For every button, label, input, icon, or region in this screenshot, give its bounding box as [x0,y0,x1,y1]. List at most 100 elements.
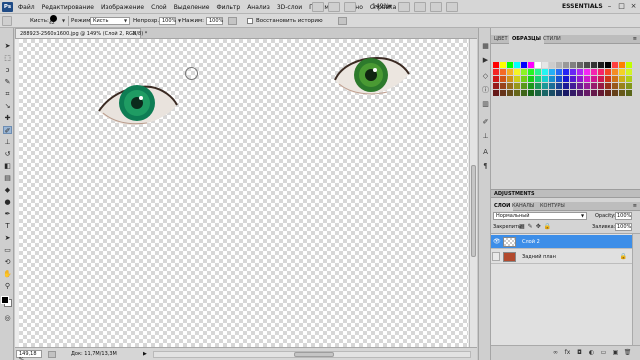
panel-menu-icon[interactable]: ≡ [633,35,637,44]
color-swatch[interactable] [556,76,562,82]
history-brush-tool-icon[interactable]: ↺ [3,150,12,158]
color-swatch[interactable] [507,90,513,96]
color-swatch[interactable] [556,83,562,89]
new-group-icon[interactable]: ▭ [599,348,608,357]
maximize-icon[interactable]: □ [617,2,626,11]
color-swatch[interactable] [500,62,506,68]
color-swatch[interactable] [535,76,541,82]
path-selection-tool-icon[interactable]: ➤ [3,234,12,242]
color-swatch[interactable] [584,90,590,96]
color-swatch[interactable] [563,69,569,75]
menu-layer[interactable]: Слой [151,4,167,11]
tablet-pressure-icon[interactable] [338,17,347,25]
color-swatch[interactable] [556,62,562,68]
gradient-tool-icon[interactable]: ▤ [3,174,12,182]
color-swatch[interactable] [535,69,541,75]
color-swatch[interactable] [542,62,548,68]
color-swatch[interactable] [507,69,513,75]
scrollbar-thumb[interactable] [294,352,334,357]
color-swatch[interactable] [549,76,555,82]
type-tool-icon[interactable]: T [3,222,12,230]
info-panel-icon[interactable]: ⓘ [481,86,490,95]
eraser-tool-icon[interactable]: ◧ [3,162,12,170]
pen-tool-icon[interactable]: ✒ [3,210,12,218]
dodge-tool-icon[interactable]: ● [3,198,12,206]
foreground-color-swatch[interactable] [1,296,9,304]
color-swatch[interactable] [535,83,541,89]
color-swatch[interactable] [612,90,618,96]
color-swatch[interactable] [570,83,576,89]
color-swatch[interactable] [570,76,576,82]
vertical-scrollbar[interactable] [469,39,477,348]
layer-style-icon[interactable]: fx [563,348,572,357]
zoom-field[interactable]: 149,18 % [16,350,42,360]
color-swatch[interactable] [528,62,534,68]
chevron-right-icon[interactable]: » [594,1,597,13]
color-swatch[interactable] [591,62,597,68]
lock-position-icon[interactable]: ✥ [536,222,541,232]
color-swatch[interactable] [626,62,632,68]
document-tab[interactable]: 288923-2560x1600.jpg @ 149% (Слой 2, RGB… [15,28,147,38]
brush-tool-icon[interactable]: ✐ [3,126,12,135]
color-swatch[interactable] [507,62,513,68]
healing-brush-tool-icon[interactable]: ✚ [3,114,12,122]
tab-styles[interactable]: СТИЛИ [540,35,564,44]
color-swatch[interactable] [591,83,597,89]
visibility-toggle[interactable] [492,252,500,261]
color-swatch[interactable] [542,76,548,82]
color-swatch[interactable] [556,69,562,75]
color-swatch[interactable] [570,90,576,96]
color-swatch[interactable] [563,90,569,96]
layer-row[interactable]: Задний план 🔒 [491,250,632,264]
color-swatch[interactable] [619,69,625,75]
marquee-tool-icon[interactable]: ⬚ [3,54,12,62]
color-swatch[interactable] [612,62,618,68]
lock-transparent-icon[interactable]: ▦ [519,222,525,232]
blur-tool-icon[interactable]: ◆ [3,186,12,194]
color-swatch[interactable] [591,90,597,96]
zoom-level-icon[interactable] [344,2,356,12]
color-swatch[interactable] [528,90,534,96]
color-swatch[interactable] [605,83,611,89]
eyedropper-tool-icon[interactable]: ↘ [3,102,12,110]
menu-edit[interactable]: Редактирование [42,4,94,11]
status-icon[interactable] [48,351,56,358]
color-swatch[interactable] [605,76,611,82]
close-icon[interactable]: × [629,2,638,11]
color-swatch[interactable] [507,83,513,89]
link-layers-icon[interactable]: ∞ [551,348,560,357]
crop-tool-icon[interactable]: ⌗ [3,90,12,98]
layer-opacity-field[interactable]: 100% [615,212,632,220]
color-swatch[interactable] [577,76,583,82]
scrollbar-thumb[interactable] [471,165,476,257]
new-layer-icon[interactable]: ▣ [611,348,620,357]
view-extras-icon[interactable] [328,2,340,12]
color-swatch[interactable] [598,62,604,68]
tab-paths[interactable]: КОНТУРЫ [537,202,568,211]
color-swatch[interactable] [507,76,513,82]
color-swatch[interactable] [514,83,520,89]
menu-file[interactable]: Файл [18,4,35,11]
color-swatch[interactable] [500,76,506,82]
color-swatch[interactable] [514,62,520,68]
flow-field[interactable]: 100% [206,17,223,25]
hand-tool-icon[interactable]: ✋ [3,270,12,278]
chevron-down-icon[interactable]: ▼ [581,212,584,220]
color-swatch[interactable] [577,69,583,75]
lock-all-icon[interactable]: 🔒 [544,222,551,232]
color-swatch[interactable] [584,62,590,68]
color-swatch[interactable] [619,90,625,96]
menu-analysis[interactable]: Анализ [247,4,270,11]
color-swatch[interactable] [521,76,527,82]
shape-tool-icon[interactable]: ▭ [3,246,12,254]
move-tool-icon[interactable]: ➤ [3,42,12,50]
opacity-field[interactable]: 100% [159,17,176,25]
color-swatch[interactable] [542,83,548,89]
color-swatch[interactable] [626,76,632,82]
color-swatch[interactable] [549,83,555,89]
color-swatch[interactable] [619,62,625,68]
color-swatch[interactable] [605,62,611,68]
color-swatch[interactable] [514,76,520,82]
color-swatch[interactable] [591,76,597,82]
color-swatch[interactable] [500,69,506,75]
